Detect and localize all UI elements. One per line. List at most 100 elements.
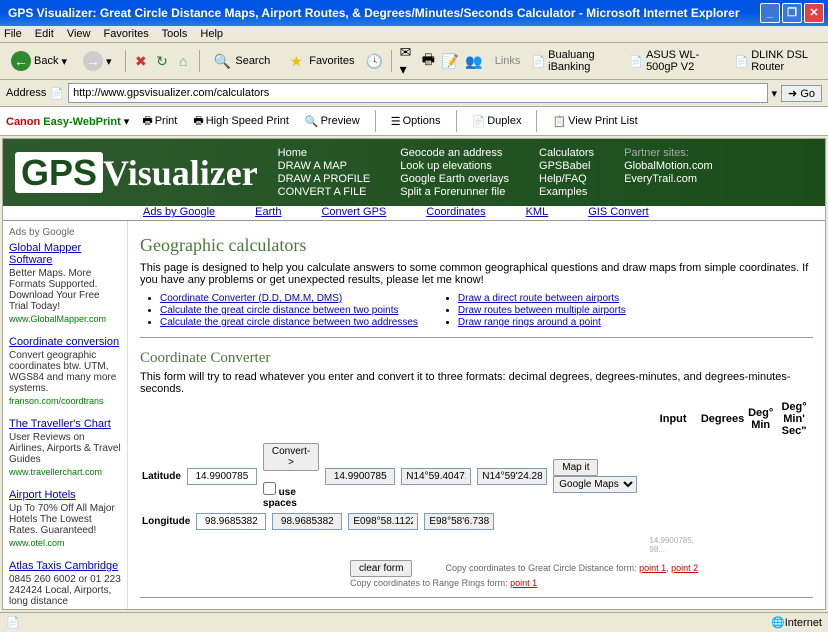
tab-kml[interactable]: KML xyxy=(526,206,549,218)
nav-calculators[interactable]: Calculators xyxy=(539,147,594,159)
address-input[interactable] xyxy=(68,83,767,103)
forward-button[interactable]: → ▾ xyxy=(78,48,117,74)
search-button[interactable]: 🔍Search xyxy=(207,48,275,74)
lon-deg-output[interactable] xyxy=(272,513,342,530)
nav-forerunner[interactable]: Split a Forerunner file xyxy=(400,186,509,198)
convert-button[interactable]: Convert-> xyxy=(263,443,319,471)
menu-edit[interactable]: Edit xyxy=(35,28,54,40)
tab-adsbygoogle[interactable]: Ads by Google xyxy=(143,206,215,218)
page-heading: Geographic calculators xyxy=(140,235,813,256)
link-multi-airports[interactable]: Draw routes between multiple airports xyxy=(458,305,626,316)
converter-desc: This form will try to read whatever you … xyxy=(140,371,813,395)
address-bar: Address 📄 ▾ ➜ Go xyxy=(0,80,828,107)
window-title: GPS Visualizer: Great Circle Distance Ma… xyxy=(8,6,758,20)
edit-icon[interactable]: 📝 xyxy=(442,51,459,71)
favorites-button[interactable]: ★Favorites xyxy=(281,48,359,74)
menu-view[interactable]: View xyxy=(67,28,91,40)
star-icon: ★ xyxy=(286,51,306,71)
lat-deg-output[interactable] xyxy=(325,468,395,485)
page-viewport[interactable]: GPSVisualizer Home DRAW A MAP DRAW A PRO… xyxy=(2,138,826,610)
tab-coordinates[interactable]: Coordinates xyxy=(426,206,485,218)
map-provider-select[interactable]: Google Maps xyxy=(553,476,637,493)
nav-geocode[interactable]: Geocode an address xyxy=(400,147,509,159)
link-gcdist-pts[interactable]: Calculate the great circle distance betw… xyxy=(160,305,398,316)
clear-form-button[interactable]: clear form xyxy=(350,560,412,577)
navigation-toolbar: ←Back ▾ → ▾ ✖ ↻ ⌂ 🔍Search ★Favorites 🕓 ✉… xyxy=(0,43,828,80)
nav-drawmap[interactable]: DRAW A MAP xyxy=(278,160,371,172)
minimize-button[interactable]: _ xyxy=(760,3,780,23)
nav-gpsbabel[interactable]: GPSBabel xyxy=(539,160,594,172)
ad-item: The Traveller's ChartUser Reviews on Air… xyxy=(9,418,121,477)
lat-dms-output[interactable] xyxy=(477,468,547,485)
lon-dm-output[interactable] xyxy=(348,513,418,530)
converter-heading: Coordinate Converter xyxy=(140,350,813,367)
ad-item: Global Mapper SoftwareBetter Maps. More … xyxy=(9,242,121,324)
canon-viewlist[interactable]: 📋View Print List xyxy=(549,114,640,129)
mail-icon[interactable]: ✉ ▾ xyxy=(400,51,415,71)
menu-tools[interactable]: Tools xyxy=(162,28,188,40)
partner-globalmotion[interactable]: GlobalMotion.com xyxy=(624,160,713,172)
maximize-button[interactable]: ❐ xyxy=(782,3,802,23)
page-icon: 📄 xyxy=(50,87,64,100)
canon-options[interactable]: ☰Options xyxy=(388,114,444,129)
copy-rr-point1[interactable]: point 1 xyxy=(510,578,537,588)
nav-geoverlays[interactable]: Google Earth overlays xyxy=(400,173,509,185)
canon-hsprint[interactable]: 🖶High Speed Print xyxy=(190,111,292,132)
history-icon[interactable]: 🕓 xyxy=(365,51,382,71)
ad-title[interactable]: The Traveller's Chart xyxy=(9,418,111,430)
ad-title[interactable]: Airport Hotels xyxy=(9,489,76,501)
copy-point1[interactable]: point 1 xyxy=(639,563,666,573)
menu-file[interactable]: File xyxy=(4,28,22,40)
ad-item: Atlas Taxis Cambridge0845 260 6002 or 01… xyxy=(9,560,121,607)
ad-item: Coordinate conversionConvert geographic … xyxy=(9,336,121,406)
canon-duplex[interactable]: 📄Duplex xyxy=(469,114,525,129)
lon-dms-output[interactable] xyxy=(424,513,494,530)
ad-title[interactable]: Global Mapper Software xyxy=(9,242,81,266)
tab-earth[interactable]: Earth xyxy=(255,206,281,218)
ads-sidebar: Ads by Google Global Mapper SoftwareBett… xyxy=(3,221,128,610)
nav-convertfile[interactable]: CONVERT A FILE xyxy=(278,186,371,198)
lon-input[interactable] xyxy=(196,513,266,530)
lat-dm-output[interactable] xyxy=(401,468,471,485)
site-banner: GPSVisualizer Home DRAW A MAP DRAW A PRO… xyxy=(3,139,825,206)
nav-examples[interactable]: Examples xyxy=(539,186,594,198)
site-logo: GPSVisualizer xyxy=(15,152,258,194)
nav-home[interactable]: Home xyxy=(278,147,371,159)
use-spaces-checkbox[interactable] xyxy=(263,482,276,495)
nav-helpfaq[interactable]: Help/FAQ xyxy=(539,173,594,185)
lat-input[interactable] xyxy=(187,468,257,485)
link-bualuang[interactable]: 📄 Bualuang iBanking xyxy=(526,46,618,76)
canon-print[interactable]: 🖶Print xyxy=(139,111,180,132)
copy-point2[interactable]: point 2 xyxy=(671,563,698,573)
link-coordconv[interactable]: Coordinate Converter (D.D, DM.M, DMS) xyxy=(160,293,342,304)
ad-title[interactable]: Atlas Taxis Cambridge xyxy=(9,560,118,572)
canon-toolbar: Canon Easy-WebPrint ▾ 🖶Print 🖶High Speed… xyxy=(0,107,828,136)
tab-gisconvert[interactable]: GIS Convert xyxy=(588,206,649,218)
canon-preview[interactable]: 🔍Preview xyxy=(302,114,363,129)
link-range-rings[interactable]: Draw range rings around a point xyxy=(458,317,601,328)
print-icon[interactable]: 🖶 xyxy=(421,51,436,71)
nav-drawprofile[interactable]: DRAW A PROFILE xyxy=(278,173,371,185)
partner-header: Partner sites: xyxy=(624,147,713,159)
refresh-icon[interactable]: ↻ xyxy=(154,51,169,71)
status-bar: 📄 🌐 Internet xyxy=(0,612,828,632)
ad-title[interactable]: Coordinate conversion xyxy=(9,336,119,348)
menu-favorites[interactable]: Favorites xyxy=(104,28,149,40)
messenger-icon[interactable]: 👥 xyxy=(465,51,482,71)
link-airport-route[interactable]: Draw a direct route between airports xyxy=(458,293,619,304)
nav-elevations[interactable]: Look up elevations xyxy=(400,160,509,172)
go-button[interactable]: ➜ Go xyxy=(781,85,822,102)
home-icon[interactable]: ⌂ xyxy=(176,51,191,71)
link-asus[interactable]: 📄 ASUS WL-500gP V2 xyxy=(624,46,723,76)
forward-icon: → xyxy=(83,51,103,71)
partner-everytrail[interactable]: EveryTrail.com xyxy=(624,173,713,185)
menu-help[interactable]: Help xyxy=(200,28,223,40)
ads-header: Ads by Google xyxy=(9,227,121,238)
link-dlink[interactable]: 📄 DLINK DSL Router xyxy=(729,46,822,76)
stop-icon[interactable]: ✖ xyxy=(133,51,148,71)
mapit-button[interactable]: Map it xyxy=(553,459,598,476)
close-button[interactable]: ✕ xyxy=(804,3,824,23)
link-gcdist-addr[interactable]: Calculate the great circle distance betw… xyxy=(160,317,418,328)
back-button[interactable]: ←Back ▾ xyxy=(6,48,72,74)
tab-convertgps[interactable]: Convert GPS xyxy=(321,206,386,218)
